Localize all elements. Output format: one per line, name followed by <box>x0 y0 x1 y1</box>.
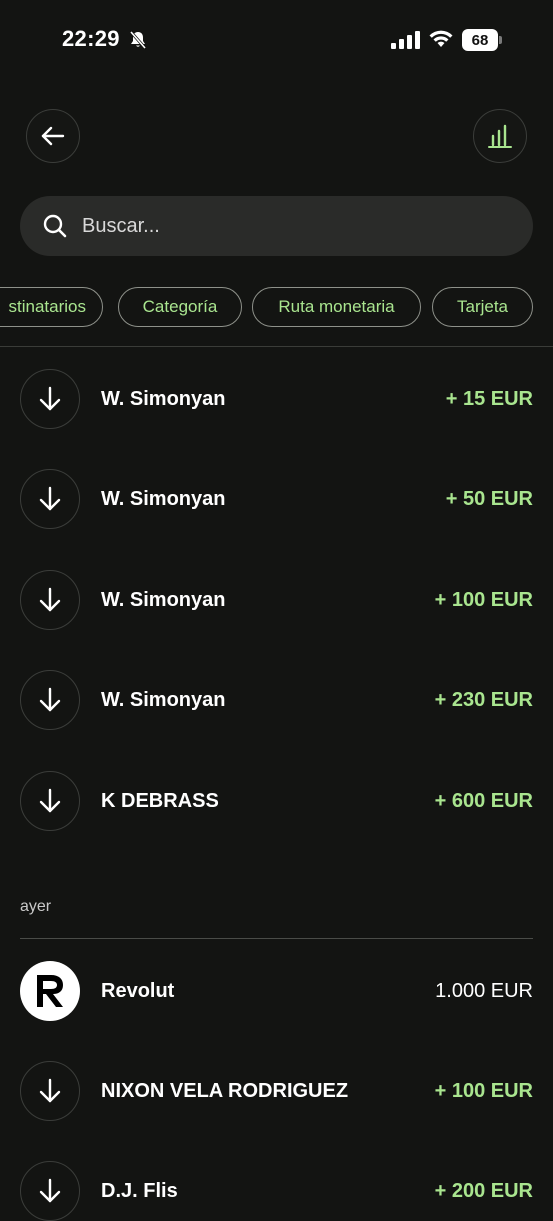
transaction-name[interactable]: Revolut <box>101 980 174 1003</box>
transaction-name[interactable]: W. Simonyan <box>101 589 225 612</box>
filter-chip-tarjeta[interactable]: Tarjeta <box>432 287 533 327</box>
section-divider <box>20 938 533 939</box>
wifi-icon <box>429 30 453 47</box>
filter-chip-categoria[interactable]: Categoría <box>118 287 242 327</box>
section-label-ayer: ayer <box>20 898 52 915</box>
transaction-name[interactable]: NIXON VELA RODRIGUEZ <box>101 1080 348 1103</box>
transaction-amount: + 100 EUR <box>434 1080 533 1102</box>
back-button[interactable] <box>26 109 80 163</box>
arrow-down-icon[interactable] <box>20 670 80 730</box>
transaction-amount: + 100 EUR <box>434 589 533 611</box>
bar-chart-icon <box>488 124 512 148</box>
search-bar[interactable] <box>20 196 533 256</box>
filter-chip-destinatarios[interactable]: stinatarios <box>0 287 103 327</box>
divider <box>0 346 553 347</box>
bell-muted-icon <box>129 31 147 49</box>
arrow-down-icon[interactable] <box>20 1161 80 1221</box>
transaction-name[interactable]: W. Simonyan <box>101 388 225 411</box>
filter-chip-ruta-monetaria[interactable]: Ruta monetaria <box>252 287 421 327</box>
transaction-amount: + 50 EUR <box>445 488 533 510</box>
revolut-logo-icon[interactable] <box>20 961 80 1021</box>
transaction-amount: + 230 EUR <box>434 689 533 711</box>
arrow-down-icon[interactable] <box>20 771 80 831</box>
transaction-name[interactable]: W. Simonyan <box>101 689 225 712</box>
battery-tip <box>499 36 502 44</box>
arrow-left-icon <box>41 126 65 146</box>
status-time: 22:29 <box>62 26 120 51</box>
search-icon <box>43 214 67 238</box>
stats-button[interactable] <box>473 109 527 163</box>
cell-signal-icon <box>391 31 420 49</box>
battery-indicator: 68 <box>462 29 498 51</box>
arrow-down-icon[interactable] <box>20 369 80 429</box>
transaction-amount: + 600 EUR <box>434 790 533 812</box>
arrow-down-icon[interactable] <box>20 1061 80 1121</box>
transaction-name[interactable]: W. Simonyan <box>101 488 225 511</box>
transaction-amount: 1.000 EUR <box>435 980 533 1002</box>
search-input[interactable] <box>80 213 484 239</box>
arrow-down-icon[interactable] <box>20 469 80 529</box>
arrow-down-icon[interactable] <box>20 570 80 630</box>
transaction-amount: + 15 EUR <box>445 388 533 410</box>
transaction-name[interactable]: K DEBRASS <box>101 790 219 813</box>
